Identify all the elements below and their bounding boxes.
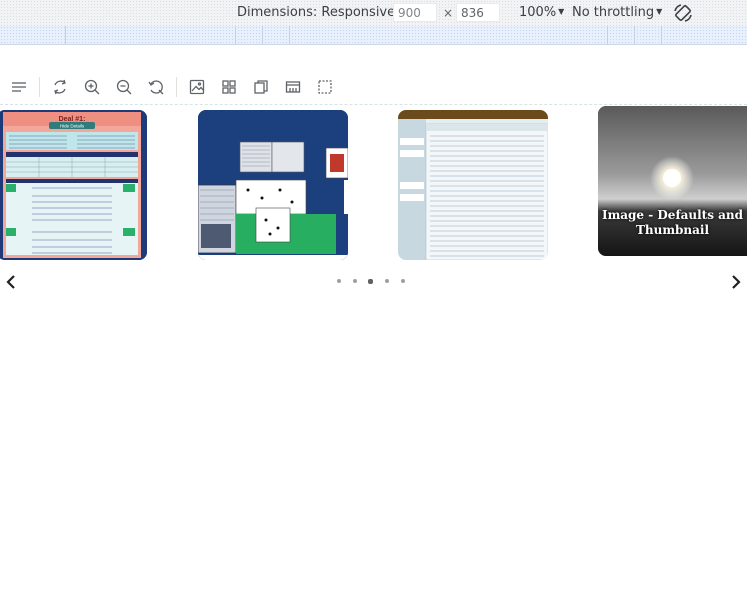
fullscreen-icon[interactable] <box>316 78 334 96</box>
copy-icon[interactable] <box>252 78 270 96</box>
ruler-tick <box>661 26 662 44</box>
pagination-dot[interactable] <box>337 279 341 283</box>
device-toolbar: Dimensions: Responsive▼ 900 × 836 100%▼ … <box>0 0 747 26</box>
deal-title: Deal #1: <box>59 116 86 123</box>
pagination-dot[interactable] <box>385 279 389 283</box>
dimensions-label: Dimensions: Responsive <box>237 5 396 20</box>
scoresheet-thumbnail: Deal #1: Hide Details <box>0 110 147 260</box>
viewer-toolbar <box>0 72 747 102</box>
throttling-label: No throttling <box>572 5 655 20</box>
pagination-dot[interactable] <box>353 279 357 283</box>
hide-details-button: Hide Details <box>60 124 85 129</box>
zoom-out-icon[interactable] <box>115 78 133 96</box>
divider-line <box>0 104 747 105</box>
chevron-right-icon[interactable] <box>729 274 743 290</box>
reset-icon[interactable] <box>147 78 165 96</box>
throttling-dropdown[interactable]: No throttling ▼ <box>572 5 662 20</box>
pagination-dot[interactable] <box>401 279 405 283</box>
ruler-tick <box>607 26 608 44</box>
toolbar-divider <box>176 77 177 97</box>
carousel-slide-scoresheet[interactable]: Deal #1: Hide Details <box>0 110 147 260</box>
media-query-ruler[interactable] <box>0 26 747 45</box>
zoom-dropdown[interactable]: 100% ▼ <box>519 5 564 20</box>
ruler-tick <box>289 26 290 44</box>
chevron-left-icon[interactable] <box>4 274 18 290</box>
dimensions-dropdown[interactable]: Dimensions: Responsive▼ <box>237 5 403 20</box>
spreadsheet-thumbnail <box>398 110 548 260</box>
rotate-device-icon[interactable] <box>672 2 694 24</box>
slide-caption: Image - Defaults and Thumbnail <box>601 208 744 237</box>
menu-icon[interactable] <box>10 78 28 96</box>
pagination-dot-active[interactable] <box>368 278 373 284</box>
carousel-slide-spreadsheet[interactable] <box>398 110 548 260</box>
width-input[interactable]: 900 <box>393 3 437 22</box>
ruler-tick <box>235 26 236 44</box>
grid-icon[interactable] <box>220 78 238 96</box>
zoom-label: 100% <box>519 5 557 20</box>
height-input[interactable]: 836 <box>456 3 500 22</box>
image-icon[interactable] <box>188 78 206 96</box>
ruler-tick <box>634 26 635 44</box>
toolbar-divider <box>39 77 40 97</box>
times-sign: × <box>443 6 454 20</box>
ruler-tick <box>65 26 66 44</box>
chevron-down-icon: ▼ <box>656 7 663 16</box>
rotate-icon[interactable] <box>51 78 69 96</box>
carousel-slide-card-game[interactable] <box>198 110 348 260</box>
carousel-slide-sunset[interactable]: Image - Defaults and Thumbnail <box>598 106 747 256</box>
zoom-in-icon[interactable] <box>83 78 101 96</box>
ruler-tick <box>262 26 263 44</box>
fit-width-icon[interactable] <box>284 78 302 96</box>
card-game-thumbnail <box>198 110 348 260</box>
chevron-down-icon: ▼ <box>558 7 565 16</box>
